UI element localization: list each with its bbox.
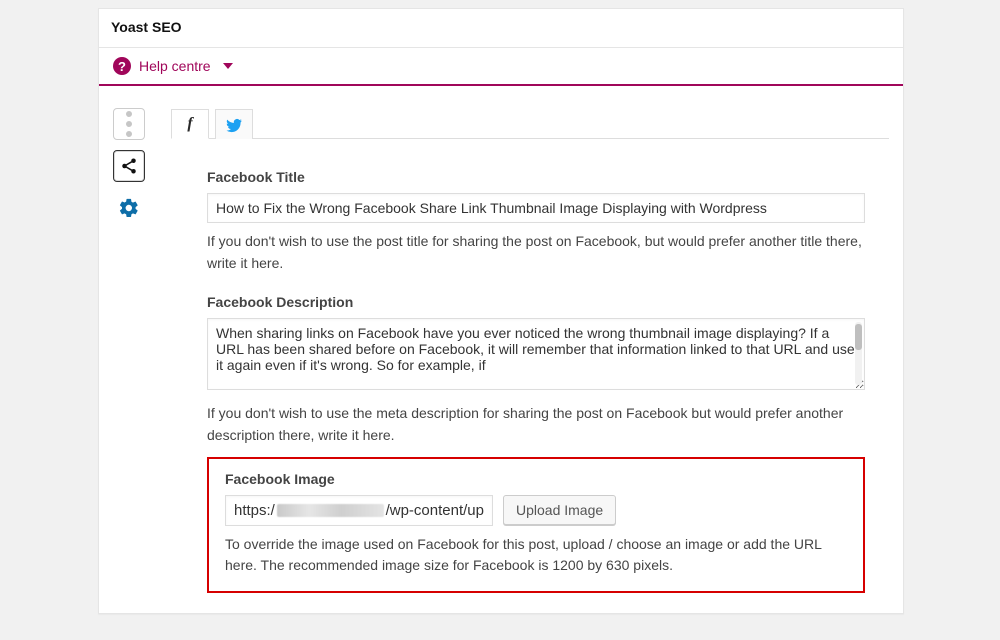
help-centre-label: Help centre bbox=[139, 58, 211, 74]
facebook-description-input[interactable] bbox=[207, 318, 865, 390]
facebook-description-label: Facebook Description bbox=[207, 294, 865, 310]
side-tab-readability[interactable] bbox=[113, 108, 145, 140]
tab-facebook[interactable]: f bbox=[171, 109, 209, 139]
facebook-title-label: Facebook Title bbox=[207, 169, 865, 185]
tab-twitter[interactable] bbox=[215, 109, 253, 139]
facebook-description-help: If you don't wish to use the meta descri… bbox=[207, 403, 865, 446]
chevron-down-icon bbox=[223, 63, 233, 69]
facebook-image-highlight: Facebook Image https:/ /wp-content/up Up… bbox=[207, 457, 865, 593]
facebook-section: Facebook Title If you don't wish to use … bbox=[175, 139, 889, 593]
side-tab-social[interactable] bbox=[113, 150, 145, 182]
gear-icon bbox=[118, 197, 140, 219]
url-redacted bbox=[277, 504, 384, 517]
facebook-title-input[interactable] bbox=[207, 193, 865, 223]
twitter-icon bbox=[225, 116, 243, 134]
help-icon: ? bbox=[113, 57, 131, 75]
upload-image-button[interactable]: Upload Image bbox=[503, 495, 616, 525]
social-tabs: f bbox=[171, 108, 889, 139]
facebook-image-label: Facebook Image bbox=[225, 471, 847, 487]
side-tab-list bbox=[113, 108, 157, 593]
share-icon bbox=[120, 157, 138, 175]
panel-title: Yoast SEO bbox=[99, 9, 903, 47]
yoast-seo-metabox: Yoast SEO ? Help centre bbox=[98, 8, 904, 614]
facebook-icon: f bbox=[187, 115, 192, 133]
facebook-title-help: If you don't wish to use the post title … bbox=[207, 231, 865, 274]
scrollbar[interactable] bbox=[855, 322, 862, 385]
url-prefix: https:/ bbox=[234, 502, 275, 519]
help-centre-toggle[interactable]: ? Help centre bbox=[99, 47, 903, 84]
social-settings: f Facebook Title If you don't wish to us… bbox=[175, 108, 889, 593]
facebook-image-help: To override the image used on Facebook f… bbox=[225, 534, 847, 577]
url-suffix: /wp-content/up bbox=[386, 502, 484, 519]
facebook-image-url-input[interactable]: https:/ /wp-content/up bbox=[225, 495, 493, 526]
traffic-light-icon bbox=[124, 111, 134, 137]
panel-body: f Facebook Title If you don't wish to us… bbox=[99, 86, 903, 613]
side-tab-advanced[interactable] bbox=[113, 192, 145, 224]
